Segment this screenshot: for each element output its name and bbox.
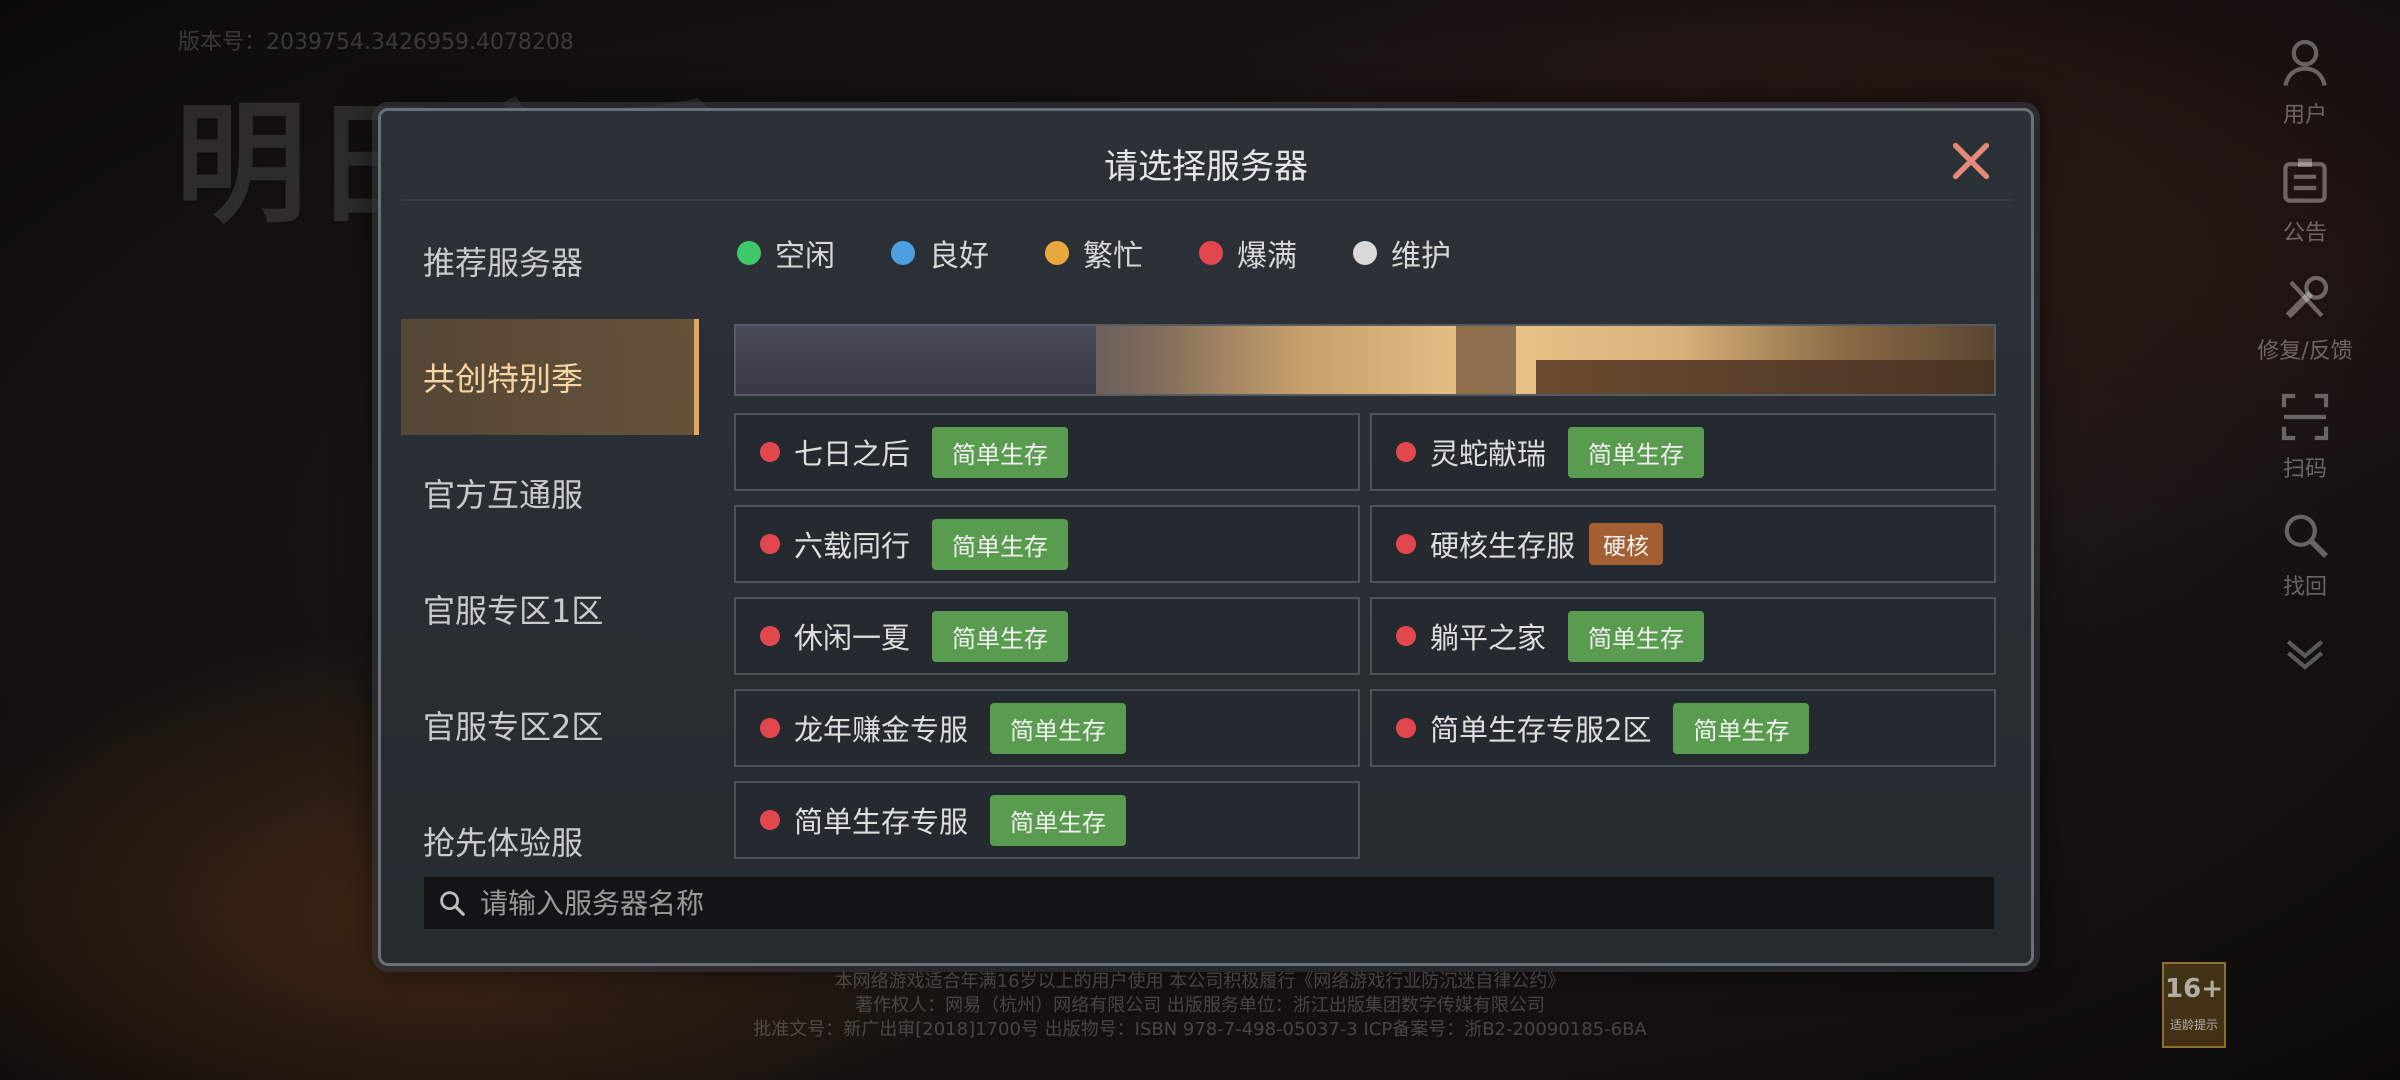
- scan-icon: [2281, 393, 2329, 441]
- side-item-label: 扫码: [2282, 457, 2327, 482]
- side-item-label: 用户: [2282, 103, 2327, 128]
- server-name: 七日之后: [794, 437, 911, 471]
- mode-tag: 简单生存: [932, 518, 1069, 570]
- legend-maintenance: 维护: [1353, 231, 1451, 275]
- status-dot: [760, 534, 780, 554]
- status-dot: [737, 241, 761, 265]
- status-dot: [1396, 626, 1416, 646]
- status-legend: 空闲 良好 繁忙 爆满 维护: [737, 231, 1507, 275]
- right-side-menu: 用户 公告 修复/反馈 扫码 找回: [2210, 35, 2400, 743]
- server-card[interactable]: 躺平之家 简单生存: [1370, 597, 1996, 675]
- legend-idle: 空闲: [737, 231, 835, 275]
- tab-recommended[interactable]: 推荐服务器: [401, 203, 699, 319]
- status-dot: [760, 442, 780, 462]
- status-dot: [1396, 534, 1416, 554]
- legend-label: 良好: [929, 239, 989, 274]
- search-icon: [440, 891, 465, 916]
- side-item-notice[interactable]: 公告: [2210, 153, 2400, 271]
- dialog-title: 请选择服务器: [1104, 147, 1308, 187]
- side-item-recover[interactable]: 找回: [2210, 507, 2400, 625]
- search-input[interactable]: [478, 885, 1882, 921]
- side-item-label: 公告: [2282, 221, 2327, 246]
- server-card[interactable]: 龙年赚金专服 简单生存: [734, 689, 1360, 767]
- legend-busy: 繁忙: [1045, 231, 1143, 275]
- season-banner-image: [734, 324, 1996, 396]
- legend-label: 空闲: [775, 239, 835, 274]
- server-name: 休闲一夏: [794, 621, 911, 655]
- tab-official-zone-2[interactable]: 官服专区2区: [401, 667, 699, 783]
- server-name: 躺平之家: [1430, 621, 1547, 655]
- server-card[interactable]: 灵蛇献瑞 简单生存: [1370, 413, 1996, 491]
- server-name: 硬核生存服: [1430, 529, 1576, 563]
- mode-tag: 简单生存: [1568, 426, 1705, 478]
- server-name: 简单生存专服2区: [1430, 713, 1652, 747]
- legend-full: 爆满: [1199, 231, 1297, 275]
- side-item-repair[interactable]: 修复/反馈: [2210, 271, 2400, 389]
- server-card[interactable]: 硬核生存服 硬核: [1370, 505, 1996, 583]
- legend-label: 维护: [1391, 239, 1451, 274]
- server-name: 简单生存专服: [794, 805, 969, 839]
- side-item-label: 找回: [2282, 575, 2327, 600]
- status-dot: [891, 241, 915, 265]
- mode-tag: 简单生存: [932, 610, 1069, 662]
- side-item-user[interactable]: 用户: [2210, 35, 2400, 153]
- legal-footer: 本网络游戏适合年满16岁以上的用户使用 本公司积极履行《网络游戏行业防沉迷自律公…: [0, 970, 2400, 1042]
- status-dot: [1396, 442, 1416, 462]
- footer-line: 批准文号：新广出审[2018]1700号 出版物号：ISBN 978-7-498…: [753, 1019, 1647, 1040]
- server-name: 灵蛇献瑞: [1430, 437, 1547, 471]
- close-icon[interactable]: [1949, 139, 1993, 183]
- tab-official-cross-server[interactable]: 官方互通服: [401, 435, 699, 551]
- age-rating-badge: 16+ 适龄提示: [2162, 962, 2226, 1048]
- server-name: 龙年赚金专服: [794, 713, 969, 747]
- legend-label: 爆满: [1237, 239, 1297, 274]
- footer-line: 本网络游戏适合年满16岁以上的用户使用 本公司积极履行《网络游戏行业防沉迷自律公…: [834, 971, 1566, 992]
- server-search-bar: [424, 877, 1994, 929]
- tab-official-zone-1[interactable]: 官服专区1区: [401, 551, 699, 667]
- mode-tag: 简单生存: [932, 426, 1069, 478]
- magnifier-icon: [2284, 514, 2328, 558]
- status-dot: [1045, 241, 1069, 265]
- side-item-expand[interactable]: [2210, 625, 2400, 743]
- chevron-down-icon: [2286, 640, 2324, 670]
- status-dot: [760, 626, 780, 646]
- version-label: 版本号：2039754.3426959.4078208: [178, 30, 574, 55]
- server-select-dialog: 请选择服务器 推荐服务器 共创特别季 官方互通服 官服专区1区 官服专区2区 抢…: [378, 108, 2034, 966]
- title-divider: [401, 199, 2011, 201]
- mode-tag: 硬核: [1589, 523, 1664, 565]
- server-card[interactable]: 休闲一夏 简单生存: [734, 597, 1360, 675]
- status-dot: [760, 718, 780, 738]
- notice-icon: [2283, 158, 2327, 203]
- mode-tag: 简单生存: [990, 702, 1127, 754]
- server-card[interactable]: 简单生存专服 简单生存: [734, 781, 1360, 859]
- wrench-icon: [2285, 275, 2329, 319]
- side-item-label: 修复/反馈: [2257, 339, 2353, 364]
- mode-tag: 简单生存: [990, 794, 1127, 846]
- status-dot: [1353, 241, 1377, 265]
- tab-co-creation-season[interactable]: 共创特别季: [401, 319, 699, 435]
- status-dot: [1396, 718, 1416, 738]
- server-card[interactable]: 六载同行 简单生存: [734, 505, 1360, 583]
- server-name: 六载同行: [794, 529, 911, 563]
- age-rating: 16+: [2165, 974, 2223, 1004]
- server-card[interactable]: 简单生存专服2区 简单生存: [1370, 689, 1996, 767]
- server-category-list: 推荐服务器 共创特别季 官方互通服 官服专区1区 官服专区2区 抢先体验服: [401, 203, 699, 945]
- server-card[interactable]: 七日之后 简单生存: [734, 413, 1360, 491]
- mode-tag: 简单生存: [1673, 702, 1810, 754]
- user-icon: [2283, 39, 2327, 86]
- side-item-scan[interactable]: 扫码: [2210, 389, 2400, 507]
- legend-good: 良好: [891, 231, 989, 275]
- status-dot: [760, 810, 780, 830]
- footer-line: 著作权人：网易（杭州）网络有限公司 出版服务单位：浙江出版集团数字传媒有限公司: [855, 995, 1545, 1016]
- age-rating-sub: 适龄提示: [2169, 1018, 2218, 1032]
- mode-tag: 简单生存: [1568, 610, 1705, 662]
- status-dot: [1199, 241, 1223, 265]
- legend-label: 繁忙: [1083, 239, 1143, 274]
